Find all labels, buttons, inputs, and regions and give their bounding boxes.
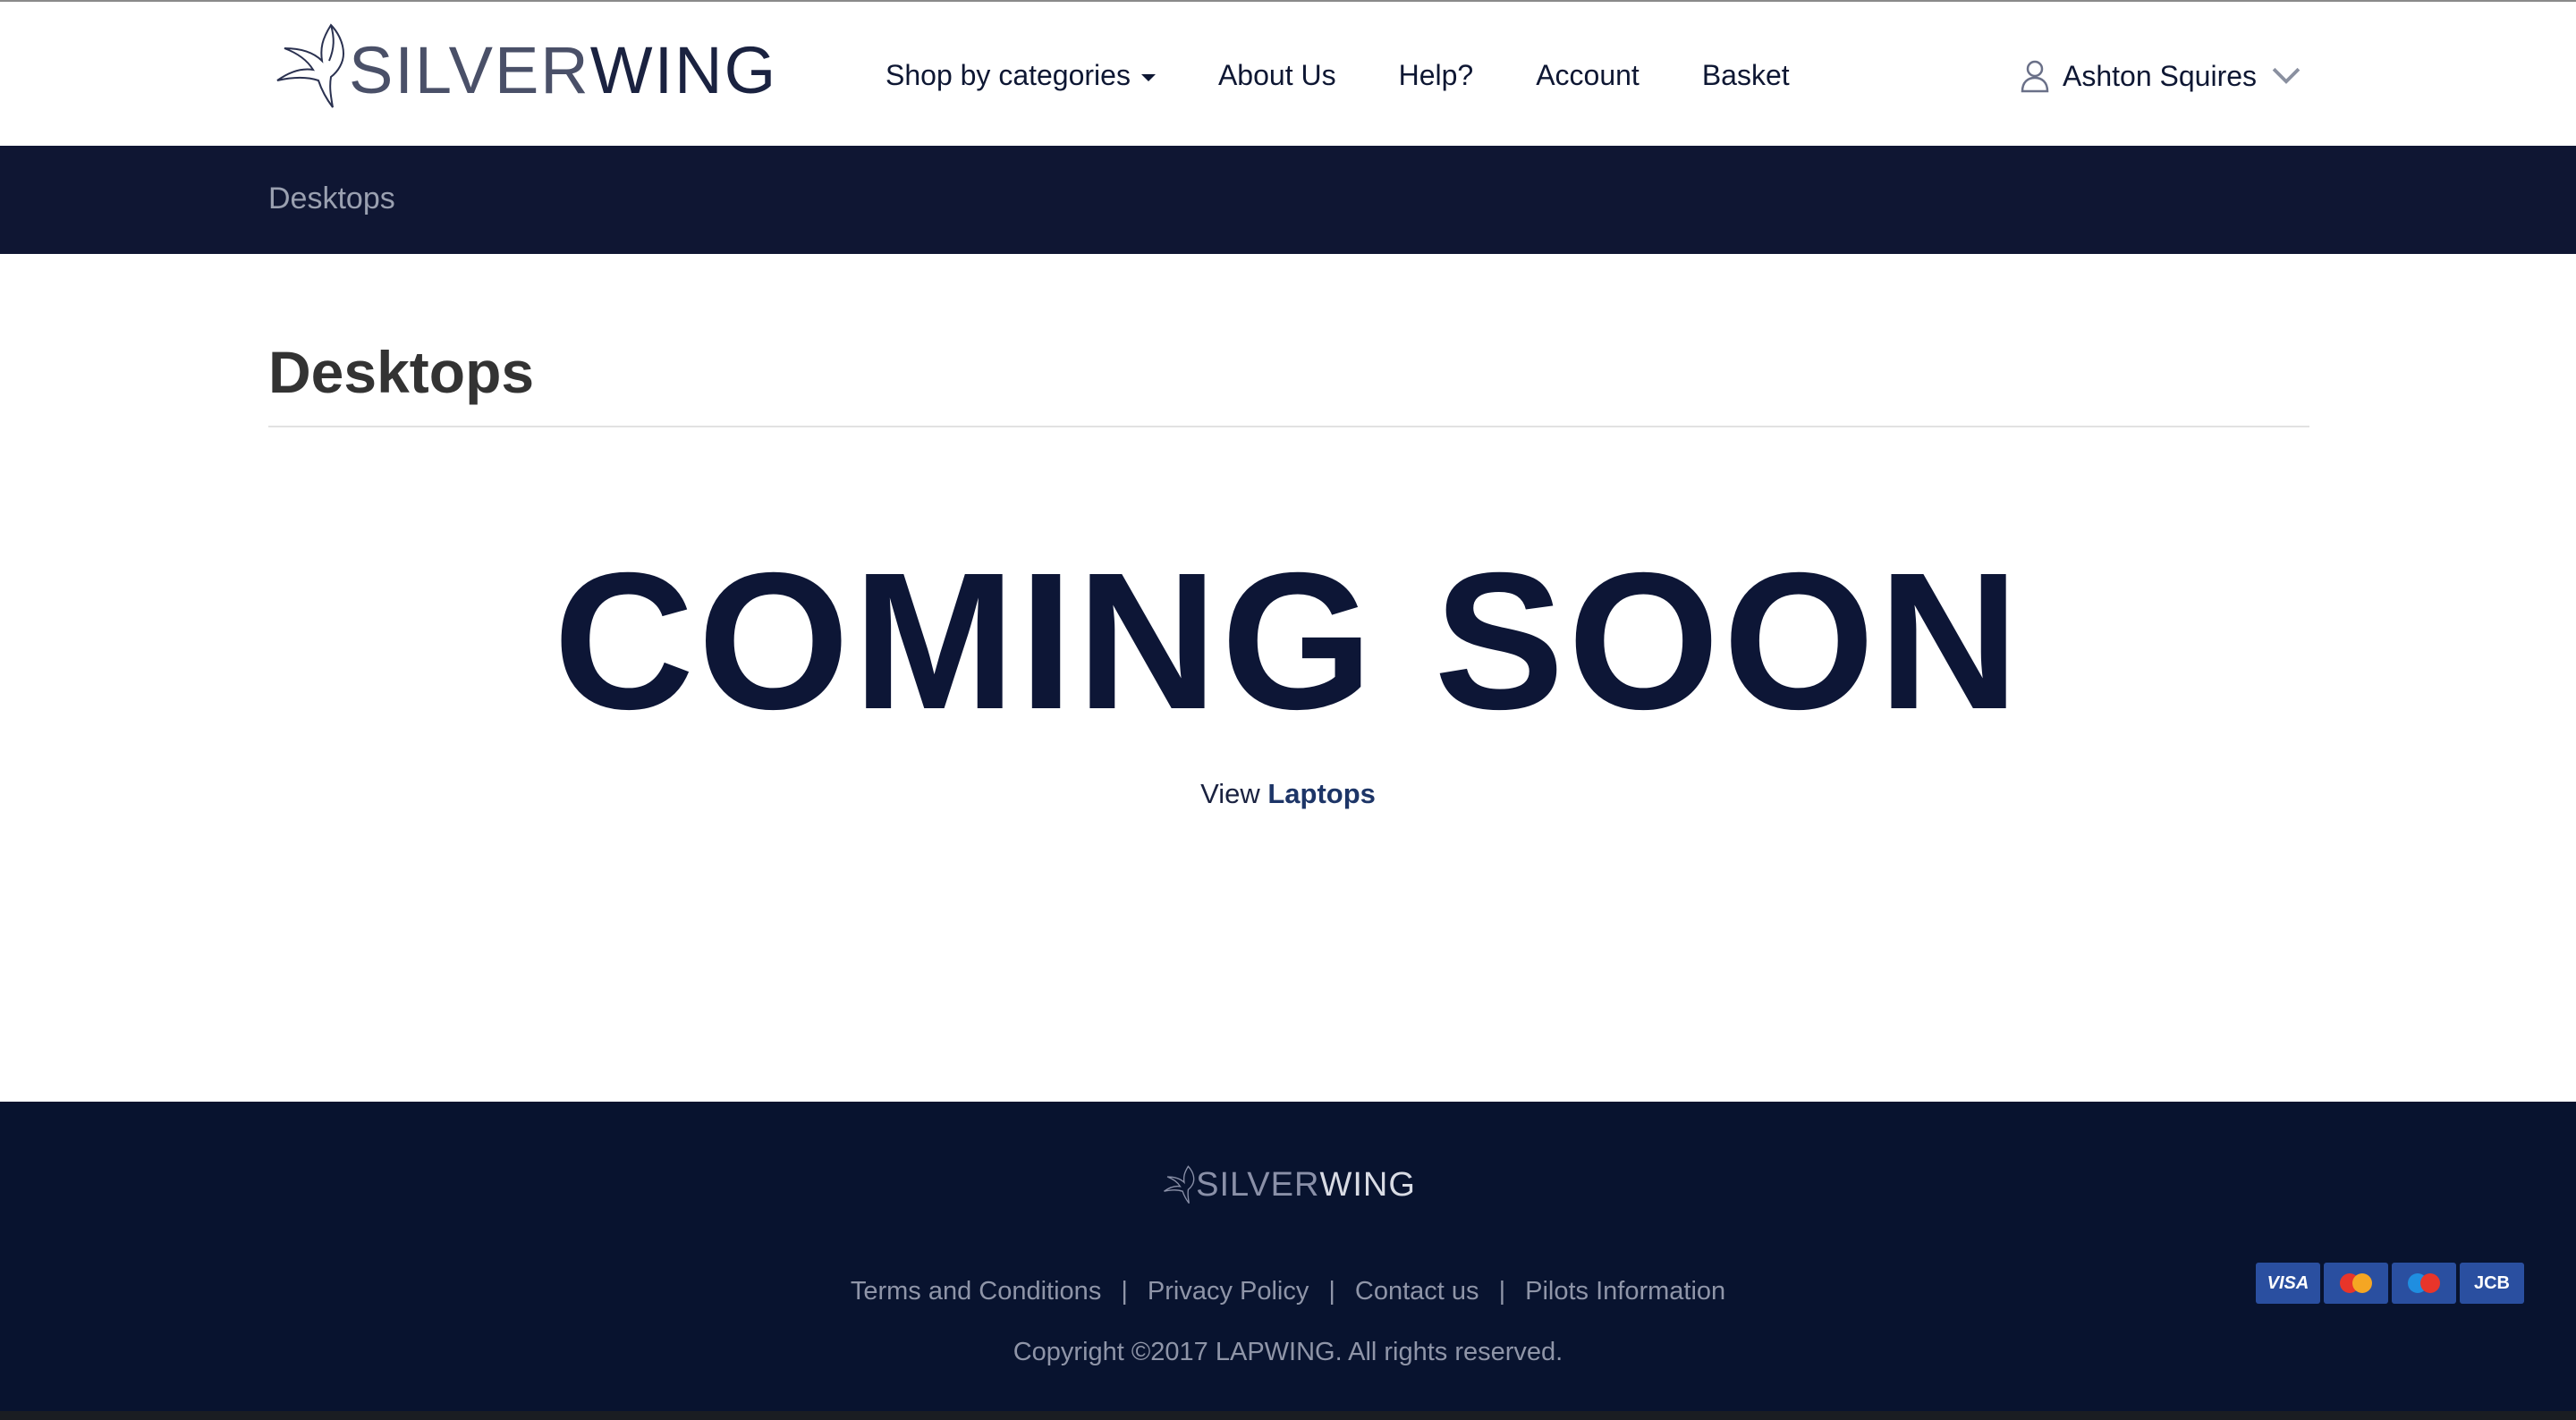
jcb-card-icon: JCB [2460,1263,2524,1304]
nav-basket[interactable]: Basket [1702,59,1790,92]
breadcrumb-current: Desktops [268,182,395,216]
footer-link-pilots[interactable]: Pilots Information [1525,1277,1725,1306]
title-divider [268,426,2309,427]
view-prefix: View [1200,778,1260,809]
footer-link-terms[interactable]: Terms and Conditions [851,1277,1101,1306]
bottom-strip [0,1411,2576,1420]
breadcrumb-bar: Desktops [0,146,2576,254]
view-laptops-link[interactable]: Laptops [1267,778,1376,809]
divider: | [1328,1277,1335,1306]
chevron-down-icon [2272,67,2301,84]
footer-link-contact[interactable]: Contact us [1355,1277,1479,1306]
site-header: SILVERWING Shop by categories About Us H… [0,2,2576,146]
footer-logo[interactable]: SILVERWING [0,1164,2576,1205]
nav-shop-by-categories[interactable]: Shop by categories [886,59,1156,92]
user-icon [2021,60,2049,93]
divider: | [1121,1277,1128,1306]
user-name: Ashton Squires [2063,59,2258,92]
brand-name: SILVERWING [349,33,778,107]
main-nav: Shop by categories About Us Help? Accoun… [886,59,1852,92]
nav-about-us[interactable]: About Us [1218,59,1336,92]
footer-brand-name: SILVERWING [1196,1166,1416,1204]
hummingbird-icon [276,23,345,108]
nav-help[interactable]: Help? [1399,59,1474,92]
site-footer: SILVERWING Terms and Conditions | Privac… [0,1102,2576,1411]
hummingbird-icon [1164,1165,1195,1204]
brand-logo[interactable]: SILVERWING [268,21,777,111]
visa-card-icon: VISA [2256,1263,2320,1304]
nav-account[interactable]: Account [1536,59,1640,92]
coming-soon-headline: COMING SOON [553,533,2023,750]
page-title: Desktops [268,339,535,405]
mastercard-card-icon [2324,1263,2388,1304]
maestro-card-icon [2392,1263,2456,1304]
caret-down-icon [1140,73,1156,81]
user-menu[interactable]: Ashton Squires [2020,59,2314,93]
footer-link-privacy[interactable]: Privacy Policy [1148,1277,1309,1306]
copyright-text: Copyright ©2017 LAPWING. All rights rese… [1013,1338,1563,1366]
view-laptops-line: View Laptops [0,778,2576,810]
payment-cards: VISA JCB [2256,1263,2528,1304]
divider: | [1498,1277,1506,1306]
footer-links: Terms and Conditions | Privacy Policy | … [0,1277,2576,1306]
